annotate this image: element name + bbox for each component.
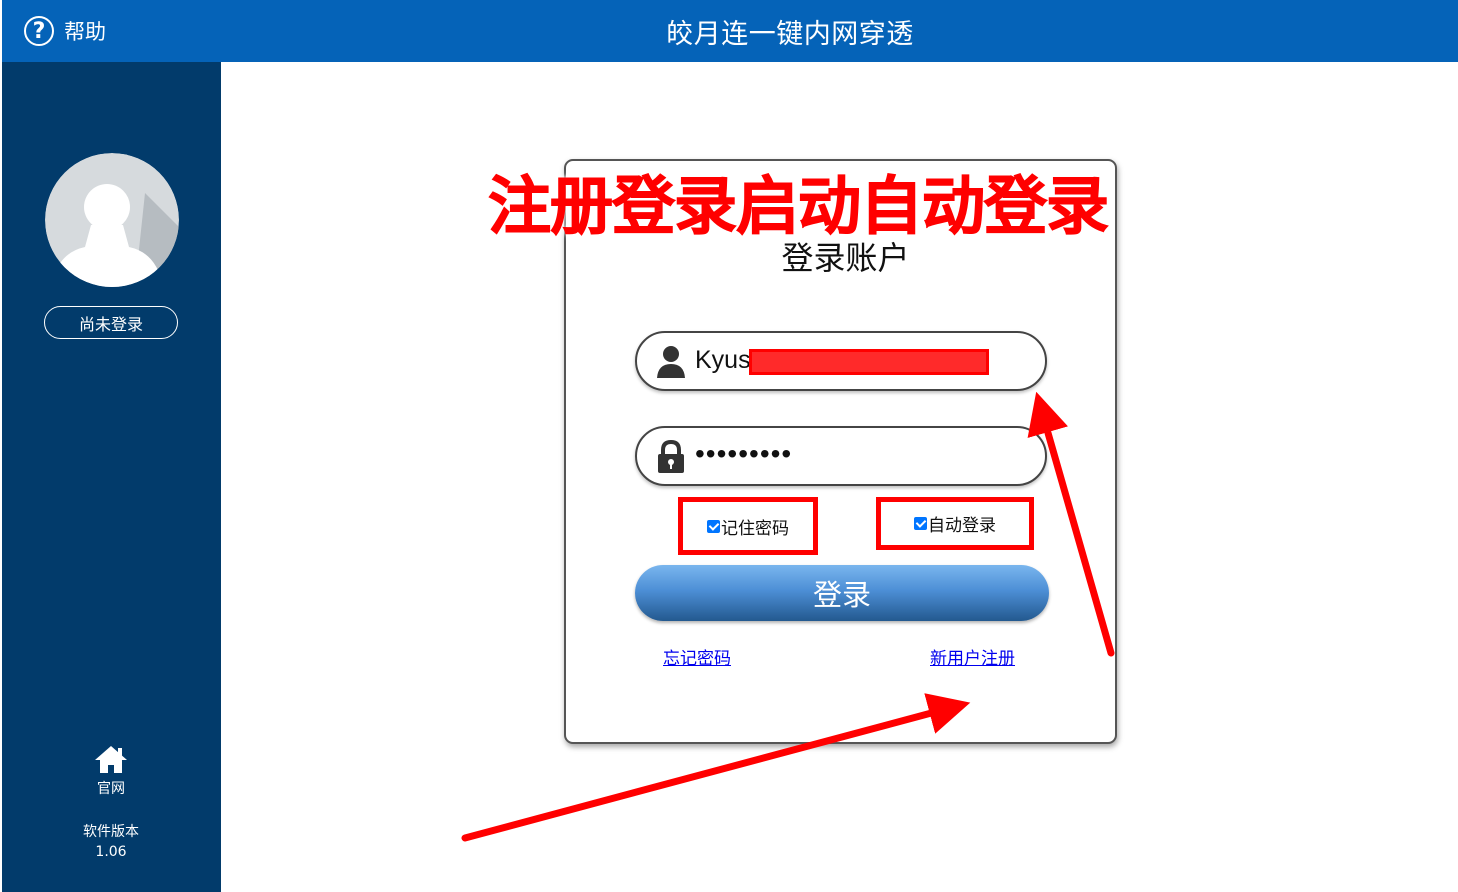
- user-icon: [657, 346, 685, 378]
- version-label: 软件版本: [83, 824, 139, 840]
- auto-login-checkbox[interactable]: 自动登录: [876, 497, 1034, 550]
- checkbox-checked-icon: [914, 517, 927, 530]
- register-link[interactable]: 新用户注册: [930, 644, 1015, 669]
- auto-login-label: 自动登录: [928, 516, 996, 536]
- home-icon: [95, 746, 127, 773]
- username-value: Kyus: [695, 346, 751, 374]
- default-avatar-icon: [45, 153, 179, 287]
- remember-password-label: 记住密码: [721, 518, 789, 539]
- login-button[interactable]: 登录: [635, 565, 1049, 621]
- version-number: 1.06: [95, 844, 127, 860]
- username-field[interactable]: Kyus: [635, 331, 1047, 391]
- sidebar: 尚未登录 官网 软件版本 1.06: [2, 62, 221, 892]
- website-link[interactable]: 官网: [76, 744, 146, 798]
- avatar: [45, 153, 179, 287]
- remember-password-checkbox[interactable]: 记住密码: [678, 497, 818, 555]
- password-value: •••••••••: [695, 438, 793, 469]
- login-status-button[interactable]: 尚未登录: [44, 306, 178, 339]
- checkbox-checked-icon: [707, 519, 720, 533]
- password-field[interactable]: •••••••••: [635, 426, 1047, 486]
- annotation-banner: 注册登录启动自动登录: [488, 170, 1110, 244]
- forgot-password-link[interactable]: 忘记密码: [663, 644, 731, 669]
- app-title: 皎月连一键内网穿透: [666, 19, 914, 50]
- version-info: 软件版本 1.06: [52, 822, 170, 862]
- redaction-mark: [749, 349, 989, 375]
- website-label: 官网: [97, 781, 125, 797]
- title-bar: ? 帮助 皎月连一键内网穿透: [2, 0, 1458, 62]
- lock-icon: [658, 440, 684, 473]
